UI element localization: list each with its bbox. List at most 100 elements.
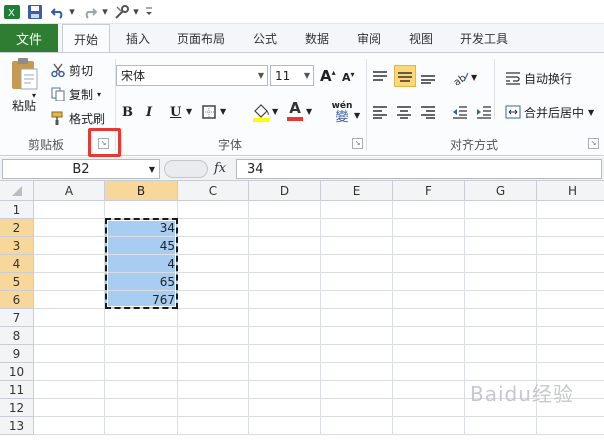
- cell-b9[interactable]: [105, 345, 178, 363]
- cell-d6[interactable]: [249, 291, 321, 309]
- cell-f6[interactable]: [393, 291, 465, 309]
- row-header-2[interactable]: 2: [0, 219, 34, 237]
- cell-b7[interactable]: [105, 309, 178, 327]
- cell-g4[interactable]: [465, 255, 537, 273]
- cell-h6[interactable]: [537, 291, 604, 309]
- cell-b2[interactable]: 34: [105, 219, 178, 237]
- paste-dropdown-icon[interactable]: ▾: [32, 90, 42, 100]
- row-header-12[interactable]: 12: [0, 399, 34, 417]
- cell-f4[interactable]: [393, 255, 465, 273]
- format-painter-button[interactable]: 格式刷: [50, 109, 105, 127]
- formula-input[interactable]: 34: [236, 159, 602, 179]
- cell-a3[interactable]: [34, 237, 105, 255]
- column-header-g[interactable]: G: [465, 181, 537, 201]
- cell-e5[interactable]: [321, 273, 393, 291]
- font-color-dropdown-icon[interactable]: ▼: [306, 107, 312, 116]
- phonetic-button[interactable]: wén 變: [328, 101, 356, 125]
- tools-dropdown-icon[interactable]: ▾: [131, 3, 141, 20]
- cell-a5[interactable]: [34, 273, 105, 291]
- cell-b5[interactable]: 65: [105, 273, 178, 291]
- cell-c6[interactable]: [178, 291, 249, 309]
- cell-d8[interactable]: [249, 327, 321, 345]
- cell-e11[interactable]: [321, 381, 393, 399]
- customize-qat-icon[interactable]: [144, 3, 154, 20]
- cell-c12[interactable]: [178, 399, 249, 417]
- cell-e3[interactable]: [321, 237, 393, 255]
- tab-data[interactable]: 数据: [294, 24, 340, 52]
- undo-icon[interactable]: [50, 3, 66, 20]
- orientation-dropdown-icon[interactable]: ▼: [471, 73, 477, 82]
- select-all-corner[interactable]: [0, 181, 34, 201]
- column-header-d[interactable]: D: [249, 181, 321, 201]
- insert-function-icon[interactable]: fx: [214, 161, 226, 176]
- row-header-13[interactable]: 13: [0, 417, 34, 435]
- cell-e9[interactable]: [321, 345, 393, 363]
- copy-dropdown-icon[interactable]: ▾: [97, 90, 101, 99]
- cell-a6[interactable]: [34, 291, 105, 309]
- redo-dropdown-icon[interactable]: ▾: [100, 3, 110, 20]
- row-header-3[interactable]: 3: [0, 237, 34, 255]
- row-header-6[interactable]: 6: [0, 291, 34, 309]
- row-header-7[interactable]: 7: [0, 309, 34, 327]
- cell-d2[interactable]: [249, 219, 321, 237]
- cell-e2[interactable]: [321, 219, 393, 237]
- row-header-11[interactable]: 11: [0, 381, 34, 399]
- cell-f9[interactable]: [393, 345, 465, 363]
- row-header-8[interactable]: 8: [0, 327, 34, 345]
- cell-h3[interactable]: [537, 237, 604, 255]
- increase-indent-button[interactable]: [476, 103, 494, 121]
- cell-a12[interactable]: [34, 399, 105, 417]
- name-box[interactable]: B2 ▼: [2, 159, 160, 179]
- tab-developer[interactable]: 开发工具: [450, 24, 518, 52]
- cell-b1[interactable]: [105, 201, 178, 219]
- cell-c10[interactable]: [178, 363, 249, 381]
- tab-formulas[interactable]: 公式: [242, 24, 288, 52]
- decrease-indent-button[interactable]: [452, 103, 470, 121]
- cell-g6[interactable]: [465, 291, 537, 309]
- cell-h4[interactable]: [537, 255, 604, 273]
- alignment-launcher-icon[interactable]: ↘: [588, 138, 599, 149]
- copy-button[interactable]: 复制 ▾: [50, 85, 101, 103]
- cell-c13[interactable]: [178, 417, 249, 435]
- cell-a13[interactable]: [34, 417, 105, 435]
- cell-d12[interactable]: [249, 399, 321, 417]
- cell-c7[interactable]: [178, 309, 249, 327]
- align-middle-button[interactable]: [394, 65, 416, 87]
- cell-e10[interactable]: [321, 363, 393, 381]
- column-header-c[interactable]: C: [178, 181, 249, 201]
- cell-g8[interactable]: [465, 327, 537, 345]
- cut-button[interactable]: 剪切: [50, 61, 93, 79]
- font-size-dropdown-icon[interactable]: ▼: [304, 71, 310, 80]
- cell-f2[interactable]: [393, 219, 465, 237]
- name-box-dropdown-icon[interactable]: ▼: [149, 165, 155, 174]
- fill-color-dropdown-icon[interactable]: ▼: [272, 107, 278, 116]
- cell-e7[interactable]: [321, 309, 393, 327]
- formula-bar-expander[interactable]: [164, 160, 208, 178]
- cell-e1[interactable]: [321, 201, 393, 219]
- column-header-h[interactable]: H: [537, 181, 604, 201]
- column-header-e[interactable]: E: [321, 181, 393, 201]
- cell-c11[interactable]: [178, 381, 249, 399]
- cell-h13[interactable]: [537, 417, 604, 435]
- tab-view[interactable]: 视图: [398, 24, 444, 52]
- tab-file[interactable]: 文件: [0, 24, 58, 52]
- cell-e8[interactable]: [321, 327, 393, 345]
- cell-f11[interactable]: [393, 381, 465, 399]
- cell-d4[interactable]: [249, 255, 321, 273]
- cell-g9[interactable]: [465, 345, 537, 363]
- align-left-button[interactable]: [372, 103, 390, 121]
- cell-a1[interactable]: [34, 201, 105, 219]
- cell-g7[interactable]: [465, 309, 537, 327]
- merge-dropdown-icon[interactable]: ▼: [588, 108, 594, 117]
- cell-a8[interactable]: [34, 327, 105, 345]
- column-header-a[interactable]: A: [34, 181, 105, 201]
- font-size-combo[interactable]: 11 ▼: [270, 65, 314, 86]
- cell-b10[interactable]: [105, 363, 178, 381]
- cell-g1[interactable]: [465, 201, 537, 219]
- cell-f8[interactable]: [393, 327, 465, 345]
- bold-button[interactable]: B: [122, 103, 136, 121]
- cell-d5[interactable]: [249, 273, 321, 291]
- cell-f10[interactable]: [393, 363, 465, 381]
- cell-h1[interactable]: [537, 201, 604, 219]
- cell-d13[interactable]: [249, 417, 321, 435]
